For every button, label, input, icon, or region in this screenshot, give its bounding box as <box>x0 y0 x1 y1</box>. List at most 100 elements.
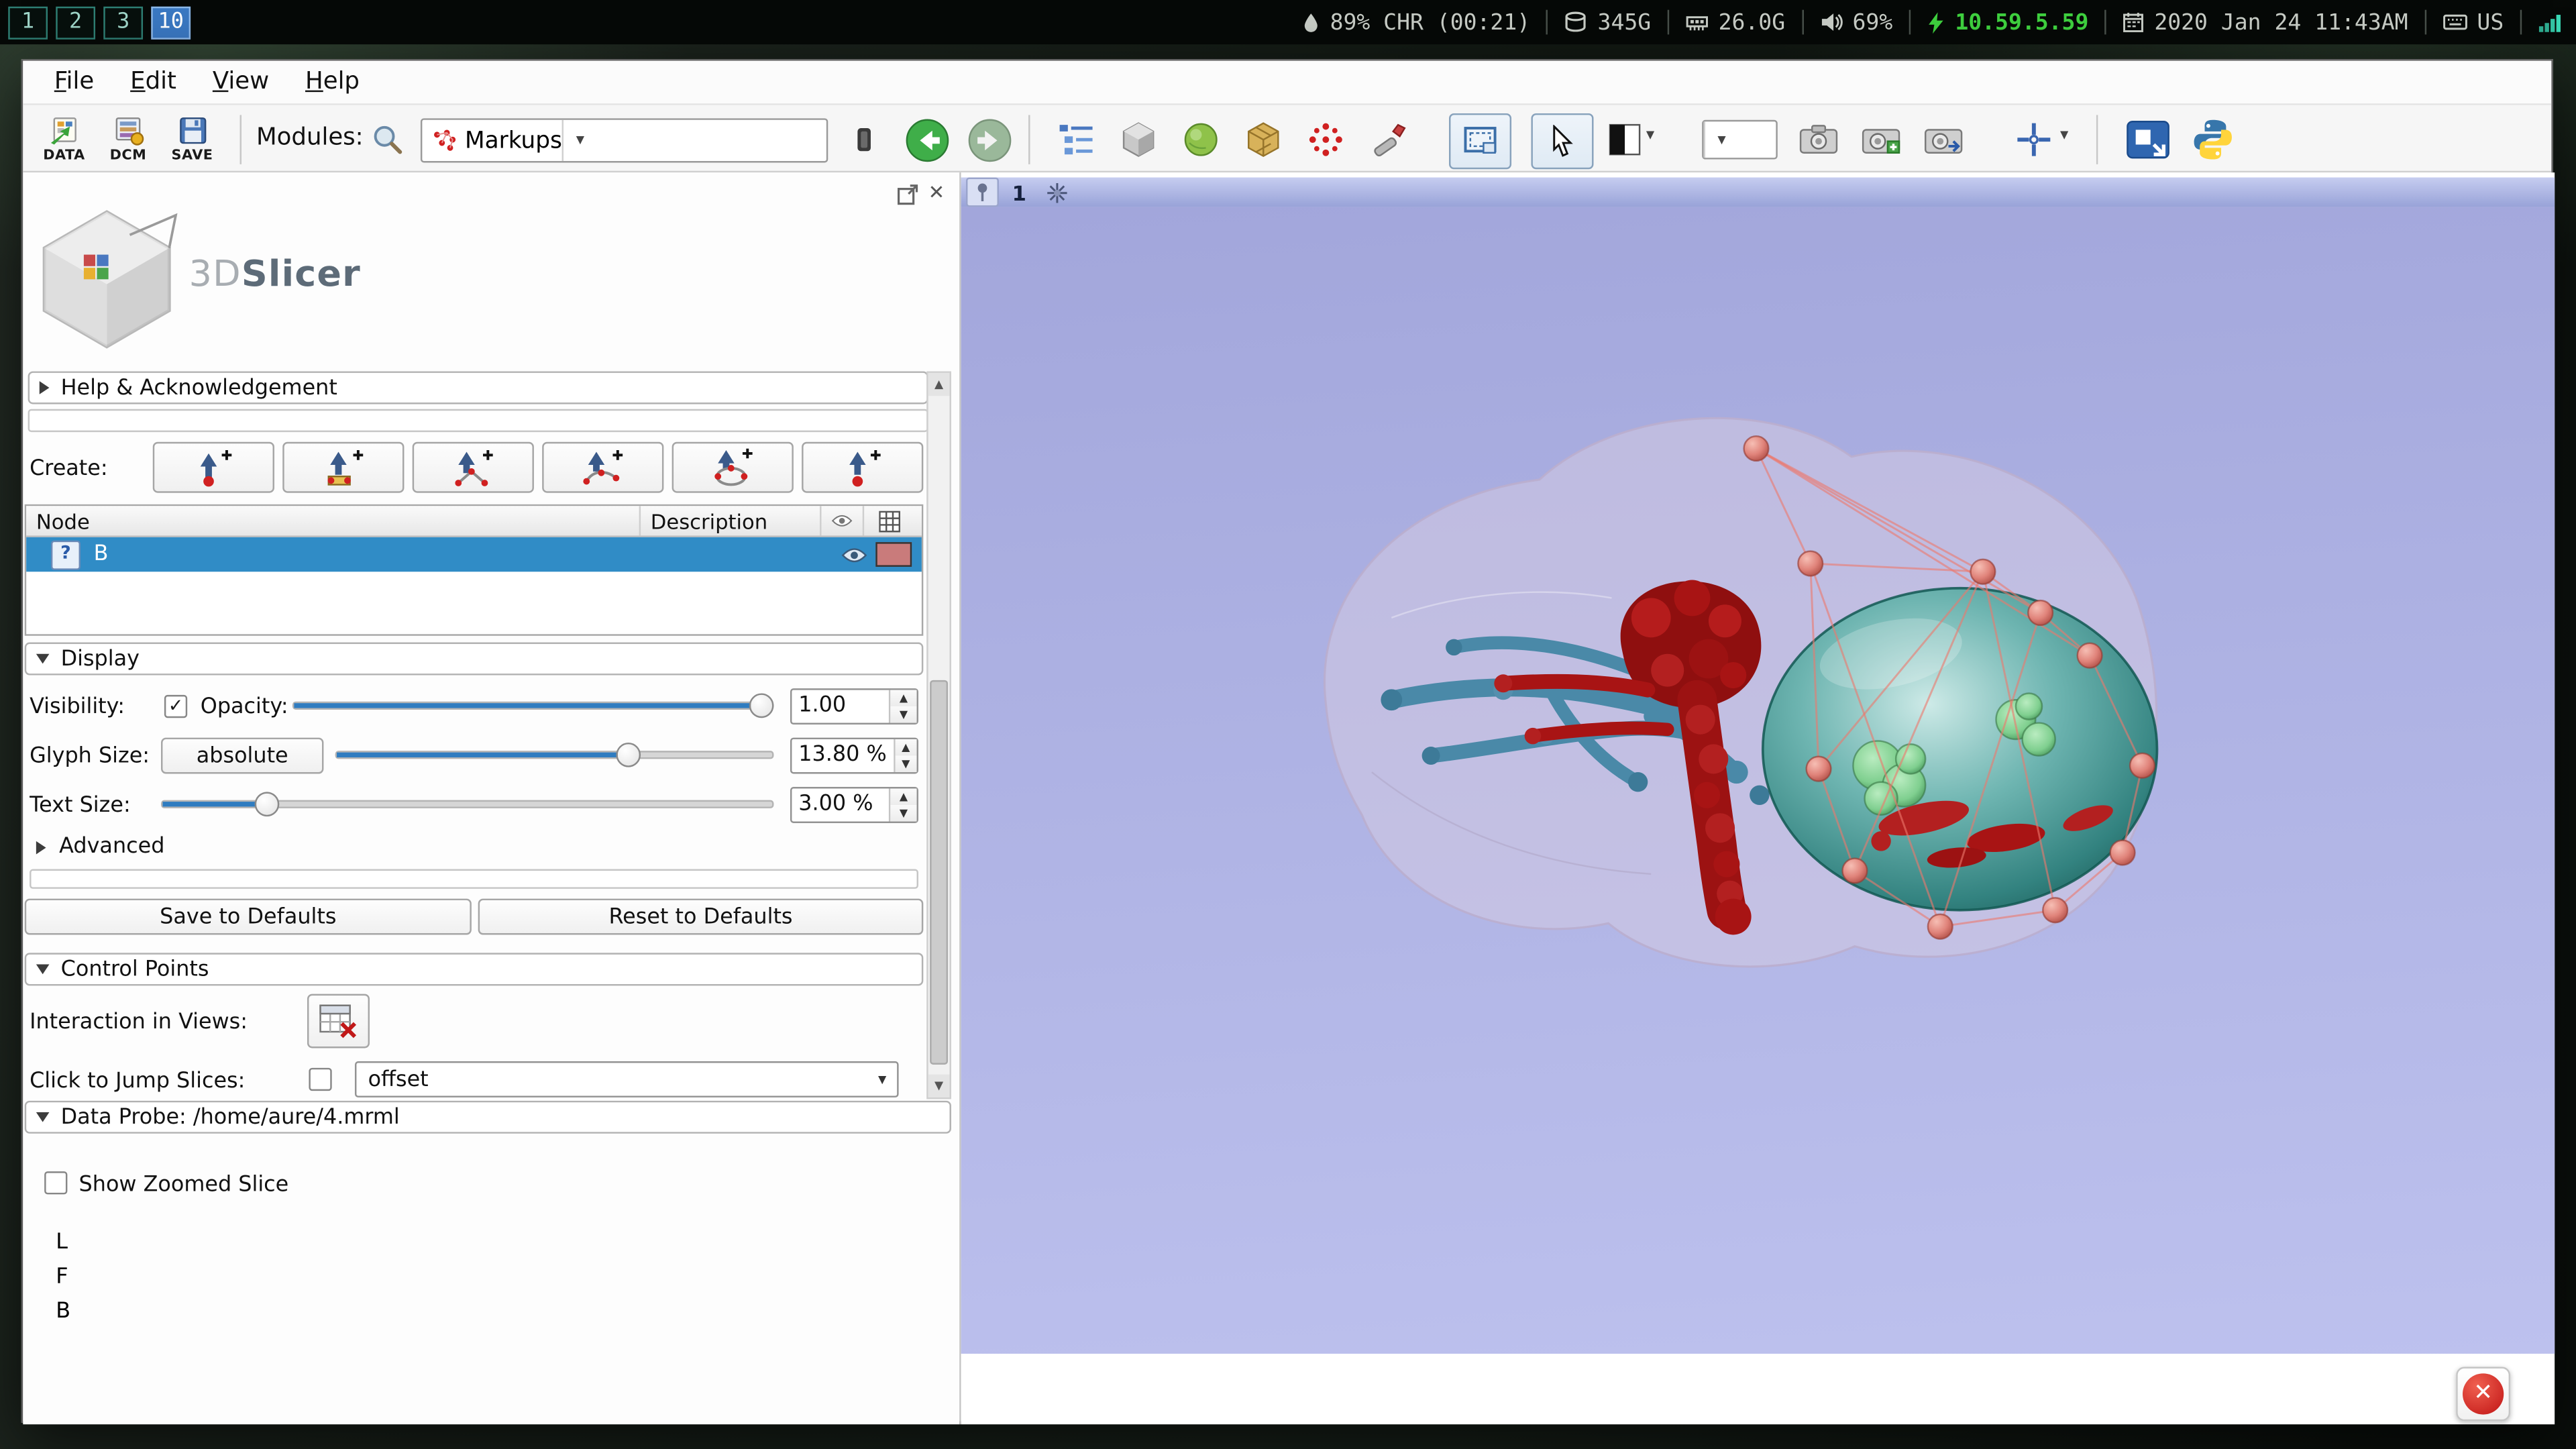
jump-mode-combobox[interactable]: offset ▾ <box>355 1061 899 1097</box>
advanced-section-header[interactable]: Advanced <box>36 835 165 859</box>
create-closed-curve-button[interactable] <box>672 442 794 493</box>
opacity-slider[interactable] <box>292 693 774 719</box>
crosshair-dropdown-arrow[interactable]: ▾ <box>2060 127 2068 145</box>
subject-hierarchy-icon[interactable] <box>1055 120 1097 160</box>
reset-to-defaults-button[interactable]: Reset to Defaults <box>478 899 924 935</box>
spin-up-icon[interactable]: ▲ <box>890 690 916 706</box>
menu-file[interactable]: File <box>36 62 112 102</box>
threed-scene <box>961 207 2555 1354</box>
restore-scene-view-button[interactable] <box>1922 120 1965 160</box>
create-plane-button[interactable] <box>802 442 923 493</box>
window-level-icon[interactable] <box>1609 123 1642 156</box>
scrollbar-thumb[interactable] <box>930 680 948 1065</box>
volume-rendering-icon[interactable] <box>1117 120 1160 160</box>
interaction-views-button[interactable] <box>307 994 370 1049</box>
glyph-size-slider[interactable] <box>335 743 774 769</box>
probe-label-B: B <box>56 1299 70 1324</box>
chevron-down-icon[interactable]: ▾ <box>562 120 596 161</box>
glyph-size-spinbox[interactable]: 13.80 % ▲▼ <box>790 738 918 774</box>
clock-status[interactable]: 2020 Jan 24 11:43AM <box>2123 9 2408 35</box>
visibility-checkbox[interactable]: ✓ <box>164 695 187 718</box>
node-visibility-eye-icon[interactable] <box>841 546 867 562</box>
column-visibility[interactable] <box>821 506 864 535</box>
create-open-curve-button[interactable] <box>542 442 663 493</box>
menu-view[interactable]: View <box>195 62 287 102</box>
column-node[interactable]: Node <box>26 506 641 535</box>
text-size-slider[interactable] <box>161 792 773 818</box>
add-data-icon <box>48 114 80 146</box>
grid-icon <box>878 510 900 531</box>
node-row-B[interactable]: ? B <box>26 537 922 572</box>
system-status-bar: 1 2 3 10 89% CHR (00:21) 345G 26.0G 69% <box>0 0 2576 44</box>
window-level-dropdown-arrow[interactable]: ▾ <box>1646 127 1654 145</box>
save-to-defaults-button[interactable]: Save to Defaults <box>25 899 472 935</box>
module-history-icon[interactable] <box>853 125 875 154</box>
scroll-up-arrow[interactable]: ▲ <box>928 373 950 396</box>
collapse-arrow-icon <box>40 381 50 394</box>
glyph-size-mode-button[interactable]: absolute <box>161 738 323 774</box>
spin-up-icon[interactable]: ▲ <box>890 789 916 805</box>
place-mode-combobox[interactable]: ▾ <box>1702 120 1778 160</box>
spin-up-icon[interactable]: ▲ <box>895 739 917 755</box>
column-description[interactable]: Description <box>641 506 821 535</box>
create-point-button[interactable] <box>153 442 274 493</box>
volume-status[interactable]: 69% <box>1820 9 1893 35</box>
close-panel-icon[interactable]: ✕ <box>928 180 945 203</box>
column-color[interactable] <box>864 506 913 535</box>
volumes-icon[interactable] <box>1242 120 1285 160</box>
view-controls-button[interactable] <box>1042 179 1072 205</box>
node-color-swatch[interactable] <box>875 542 912 567</box>
workspace-1[interactable]: 1 <box>8 6 48 39</box>
segmentation-icon[interactable] <box>1179 120 1222 160</box>
separator <box>1547 10 1548 35</box>
python-console-button[interactable] <box>2188 117 2237 163</box>
save-button[interactable]: SAVE <box>162 109 221 170</box>
scroll-down-arrow[interactable]: ▼ <box>928 1075 950 1097</box>
speaker-icon <box>1820 11 1843 33</box>
screenshot-mode-button[interactable] <box>1449 113 1511 169</box>
screenshot-button[interactable] <box>1797 120 1840 160</box>
pin-view-button[interactable] <box>966 177 999 207</box>
add-data-button[interactable]: DATA <box>34 109 93 170</box>
annotations-icon[interactable] <box>1367 120 1410 160</box>
spin-down-icon[interactable]: ▼ <box>890 805 916 821</box>
module-selector-combobox[interactable]: Markups ▾ <box>421 118 828 162</box>
scene-views-button[interactable] <box>1860 120 1902 160</box>
markups-module-icon <box>432 128 457 153</box>
display-section-header[interactable]: Display <box>25 643 924 676</box>
data-probe-section-header[interactable]: Data Probe: /home/aure/4.mrml <box>25 1101 951 1134</box>
module-back-button[interactable] <box>904 117 950 163</box>
markups-toolbar-icon[interactable] <box>1304 120 1347 160</box>
workspace-10-active[interactable]: 10 <box>151 6 191 39</box>
dismiss-notification-button[interactable]: ✕ <box>2456 1367 2510 1421</box>
keyboard-layout-status[interactable]: US <box>2443 9 2504 35</box>
workspace-3[interactable]: 3 <box>103 6 143 39</box>
menu-help[interactable]: Help <box>287 62 378 102</box>
help-acknowledgement-section[interactable]: Help & Acknowledgement <box>28 371 928 404</box>
menu-edit[interactable]: Edit <box>112 62 195 102</box>
workspace-2[interactable]: 2 <box>56 6 95 39</box>
undock-panel-icon[interactable] <box>896 182 920 207</box>
chevron-down-icon: ▾ <box>867 1071 897 1089</box>
save-floppy-icon <box>176 114 208 146</box>
control-points-section-header[interactable]: Control Points <box>25 953 924 985</box>
show-zoomed-slice-checkbox[interactable]: ✓ <box>44 1171 67 1194</box>
dicom-button[interactable]: DCM <box>99 109 158 170</box>
opacity-spinbox[interactable]: 1.00 ▲▼ <box>790 688 918 724</box>
panel-scrollbar[interactable]: ▲ ▼ <box>926 371 951 1099</box>
create-line-button[interactable] <box>282 442 404 493</box>
extensions-manager-button[interactable] <box>2123 117 2171 163</box>
jump-slices-checkbox[interactable]: ✓ <box>309 1068 331 1091</box>
threed-viewport[interactable] <box>961 207 2555 1354</box>
module-forward-button[interactable] <box>966 117 1012 163</box>
text-size-spinbox[interactable]: 3.00 % ▲▼ <box>790 787 918 823</box>
spin-down-icon[interactable]: ▼ <box>890 706 916 722</box>
crosshair-button[interactable] <box>2014 121 2053 158</box>
signal-bars-icon <box>2538 11 2563 33</box>
mouse-interaction-mode-button[interactable] <box>1531 113 1593 169</box>
module-search-button[interactable] <box>365 118 411 161</box>
spin-down-icon[interactable]: ▼ <box>895 756 917 772</box>
eye-icon <box>831 513 853 529</box>
network-ip-status[interactable]: 10.59.5.59 <box>1927 9 2089 35</box>
create-angle-button[interactable] <box>413 442 534 493</box>
